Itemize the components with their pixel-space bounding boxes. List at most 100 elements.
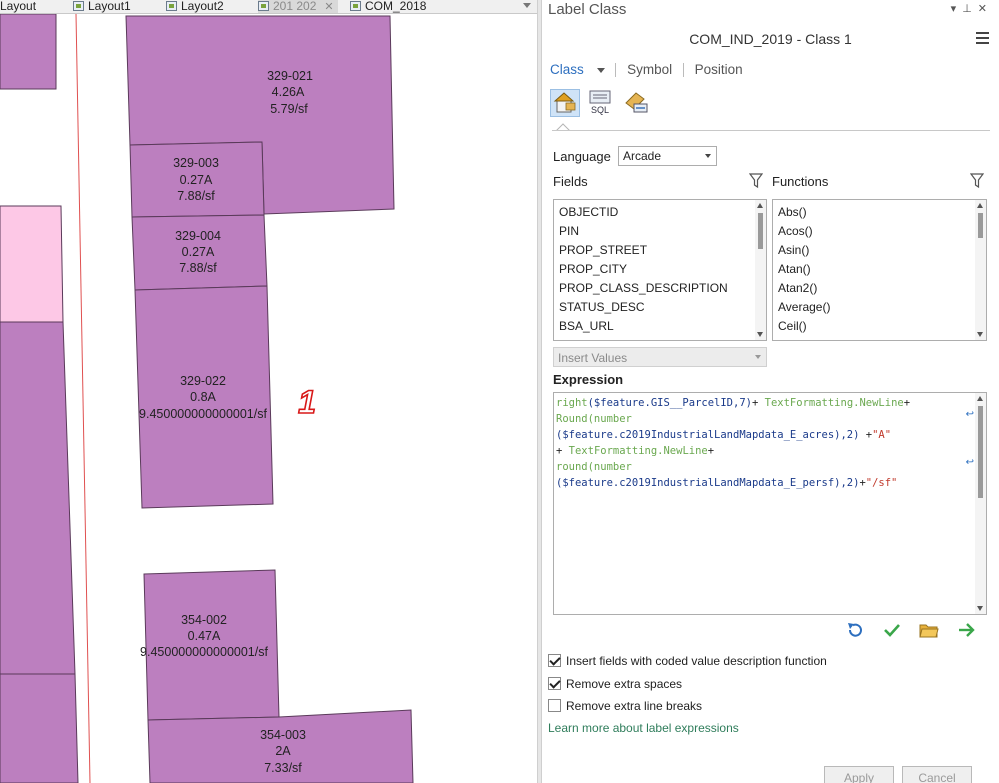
parcel-label: 329-004 0.27A 7.88/sf bbox=[175, 229, 221, 275]
undo-icon[interactable] bbox=[845, 621, 865, 639]
sql-query-button[interactable]: SQL bbox=[586, 89, 616, 117]
tab-layout2[interactable]: Layout2 bbox=[166, 0, 224, 13]
list-item[interactable]: Ceil() bbox=[778, 317, 986, 336]
scroll-thumb[interactable] bbox=[758, 213, 763, 249]
tab-layout[interactable]: Layout bbox=[0, 0, 37, 13]
scroll-down-icon[interactable] bbox=[977, 606, 983, 611]
svg-text:0.8A: 0.8A bbox=[190, 390, 216, 404]
list-item[interactable]: PROP_STREET bbox=[559, 241, 766, 260]
list-item[interactable]: STATUS_DESC bbox=[559, 298, 766, 317]
close-icon[interactable]: ✕ bbox=[978, 3, 993, 15]
tab-class[interactable]: Class bbox=[550, 62, 584, 77]
insert-values-dropdown[interactable]: Insert Values bbox=[553, 347, 767, 367]
scroll-down-icon[interactable] bbox=[757, 332, 763, 337]
label-class-subnav: Class Symbol Position bbox=[550, 62, 743, 78]
label-class-tool-button[interactable] bbox=[550, 89, 580, 117]
learn-more-link[interactable]: Learn more about label expressions bbox=[548, 721, 739, 735]
svg-text:354-002: 354-002 bbox=[181, 613, 227, 627]
svg-text:0.27A: 0.27A bbox=[182, 245, 215, 259]
list-item[interactable]: Acos() bbox=[778, 222, 986, 241]
scroll-up-icon[interactable] bbox=[977, 396, 983, 401]
sql-query-icon: SQL bbox=[589, 90, 611, 115]
list-item[interactable]: OBJECTID bbox=[559, 203, 766, 222]
label-placement-button[interactable] bbox=[622, 89, 652, 117]
insert-values-label: Insert Values bbox=[558, 351, 628, 365]
label-placement-icon bbox=[625, 92, 648, 113]
apply-button[interactable]: Apply bbox=[824, 766, 894, 783]
expression-code[interactable]: right($feature.GIS__ParcelID,7)+ TextFor… bbox=[556, 395, 910, 491]
class-title: COM_IND_2019 - Class 1 bbox=[689, 31, 852, 47]
svg-text:0.47A: 0.47A bbox=[188, 629, 221, 643]
svg-text:329-021: 329-021 bbox=[267, 69, 313, 83]
tab-symbol[interactable]: Symbol bbox=[627, 62, 672, 77]
tab-layout1[interactable]: Layout1 bbox=[73, 0, 131, 13]
tab-label: 201 202 bbox=[273, 0, 317, 13]
svg-text:SQL: SQL bbox=[591, 105, 609, 115]
filter-icon[interactable] bbox=[970, 173, 984, 189]
svg-text:9.450000000000001/sf: 9.450000000000001/sf bbox=[140, 645, 268, 659]
map-canvas[interactable]: 329-021 4.26A 5.79/sf 329-003 0.27A 7.88… bbox=[0, 14, 537, 783]
fields-scrollbar[interactable] bbox=[755, 200, 766, 340]
pane-options-dropdown-icon[interactable]: ▾ bbox=[951, 3, 963, 15]
expression-label: Expression bbox=[553, 372, 624, 387]
list-item[interactable]: PIN bbox=[559, 222, 766, 241]
scroll-up-icon[interactable] bbox=[757, 203, 763, 208]
list-item[interactable]: Abs() bbox=[778, 203, 986, 222]
pin-icon[interactable]: ⊥ bbox=[962, 3, 978, 15]
functions-scrollbar[interactable] bbox=[975, 200, 986, 340]
scroll-thumb[interactable] bbox=[978, 406, 983, 498]
list-item[interactable]: Atan() bbox=[778, 260, 986, 279]
coded-value-checkbox-label: Insert fields with coded value descripti… bbox=[566, 654, 827, 668]
svg-text:329-004: 329-004 bbox=[175, 229, 221, 243]
remove-spaces-checkbox[interactable] bbox=[548, 677, 561, 690]
chevron-down-icon[interactable] bbox=[523, 3, 531, 8]
list-item[interactable]: BSA_URL bbox=[559, 317, 766, 336]
tab-position[interactable]: Position bbox=[695, 62, 743, 77]
remove-line-breaks-checkbox[interactable] bbox=[548, 699, 561, 712]
list-item[interactable]: PROP_CLASS_DESCRIPTION bbox=[559, 279, 766, 298]
svg-text:329-003: 329-003 bbox=[173, 156, 219, 170]
tab-label: COM_2018 bbox=[365, 0, 427, 13]
hamburger-menu-icon[interactable] bbox=[976, 32, 989, 44]
svg-text:329-022: 329-022 bbox=[180, 374, 226, 388]
filter-icon[interactable] bbox=[749, 173, 763, 189]
expression-scrollbar[interactable] bbox=[975, 393, 986, 614]
tab-label: Layout bbox=[0, 0, 37, 13]
coded-value-checkbox[interactable] bbox=[548, 654, 561, 667]
language-select[interactable]: Arcade bbox=[618, 146, 717, 166]
list-item[interactable]: PROP_CITY bbox=[559, 260, 766, 279]
list-item[interactable]: Average() bbox=[778, 298, 986, 317]
functions-list[interactable]: Abs() Acos() Asin() Atan() Atan2() Avera… bbox=[772, 199, 987, 341]
scroll-thumb[interactable] bbox=[978, 213, 983, 238]
open-folder-icon[interactable] bbox=[919, 621, 939, 639]
map-view[interactable]: 329-021 4.26A 5.79/sf 329-003 0.27A 7.88… bbox=[0, 14, 537, 783]
fields-label: Fields bbox=[553, 174, 588, 189]
list-item[interactable]: Atan2() bbox=[778, 279, 986, 298]
close-icon[interactable]: ✕ bbox=[324, 1, 333, 13]
svg-text:7.88/sf: 7.88/sf bbox=[177, 189, 215, 203]
chevron-down-icon bbox=[755, 355, 761, 359]
tab-com-2018[interactable]: COM_2018 bbox=[350, 0, 427, 13]
layout-icon bbox=[166, 1, 177, 11]
line-wrap-icon: ↩ bbox=[965, 409, 974, 420]
verify-icon[interactable] bbox=[882, 621, 902, 639]
language-value: Arcade bbox=[623, 149, 662, 163]
label-class-pane: Label Class ▾⊥✕ COM_IND_2019 - Class 1 C… bbox=[542, 0, 999, 783]
list-item[interactable]: Asin() bbox=[778, 241, 986, 260]
parcel-polygon-light bbox=[0, 205, 64, 323]
parcel-polygon bbox=[0, 321, 76, 675]
pane-controls: ▾⊥✕ bbox=[951, 2, 993, 15]
expression-editor[interactable]: right($feature.GIS__ParcelID,7)+ TextFor… bbox=[553, 392, 987, 615]
functions-label: Functions bbox=[772, 174, 829, 189]
layout-icon bbox=[73, 1, 84, 11]
fields-list[interactable]: OBJECTID PIN PROP_STREET PROP_CITY PROP_… bbox=[553, 199, 767, 341]
scroll-up-icon[interactable] bbox=[977, 203, 983, 208]
tab-201-202[interactable]: 201 202 ✕ bbox=[258, 0, 338, 13]
cancel-button[interactable]: Cancel bbox=[902, 766, 972, 783]
chevron-down-icon[interactable] bbox=[596, 67, 605, 73]
scroll-down-icon[interactable] bbox=[977, 332, 983, 337]
pane-title: Label Class bbox=[548, 1, 627, 18]
app-root: Layout Layout1 Layout2 201 202 ✕ COM_2018 bbox=[0, 0, 999, 783]
export-arrow-icon[interactable] bbox=[957, 621, 977, 639]
tab-label: Layout1 bbox=[88, 0, 131, 13]
